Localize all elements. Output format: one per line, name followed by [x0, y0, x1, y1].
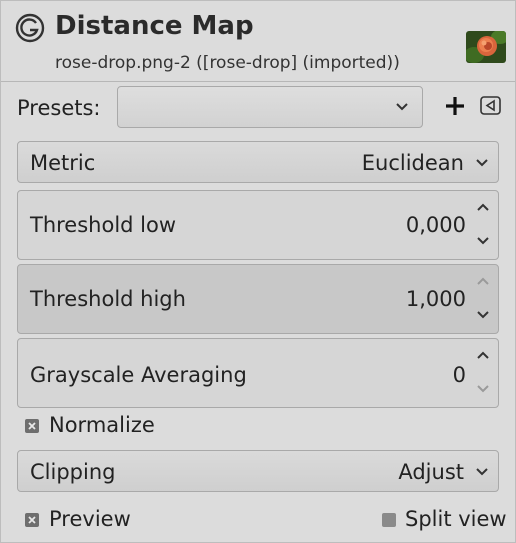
presets-menu-button[interactable]: [479, 95, 503, 117]
distance-map-dialog: Distance Map rose-drop.png-2 ([rose-drop…: [0, 0, 516, 543]
chevron-down-icon: [476, 468, 488, 476]
threshold-high-spinscale[interactable]: Threshold high 1,000: [17, 264, 499, 334]
chevron-down-icon[interactable]: [476, 309, 490, 321]
checkmark-icon: [28, 422, 36, 430]
clipping-dropdown[interactable]: Clipping Adjust: [17, 450, 499, 492]
metric-dropdown[interactable]: Metric Euclidean: [17, 141, 499, 183]
chevron-up-icon[interactable]: [476, 201, 490, 213]
chevron-down-icon: [396, 103, 408, 111]
grayscale-averaging-spinscale[interactable]: Grayscale Averaging 0: [17, 338, 499, 408]
add-preset-button[interactable]: [441, 88, 469, 124]
threshold-low-label: Threshold low: [30, 213, 177, 237]
split-view-label: Split view: [405, 507, 507, 531]
presets-dropdown[interactable]: [117, 86, 423, 128]
clipping-value: Adjust: [398, 460, 464, 484]
chevron-down-icon: [476, 159, 488, 167]
grayscale-averaging-stepper[interactable]: [474, 339, 492, 407]
preview-checkbox[interactable]: [25, 513, 39, 527]
threshold-high-stepper[interactable]: [474, 265, 492, 333]
gegl-icon: [15, 13, 45, 43]
chevron-down-icon[interactable]: [476, 383, 490, 395]
threshold-low-spinscale[interactable]: Threshold low 0,000: [17, 190, 499, 260]
preview-label: Preview: [49, 507, 131, 531]
image-thumbnail: [466, 31, 506, 63]
threshold-high-value: 1,000: [405, 287, 466, 311]
normalize-label: Normalize: [49, 413, 155, 437]
split-view-checkbox[interactable]: [382, 513, 396, 527]
clipping-label: Clipping: [30, 460, 116, 484]
dialog-title: Distance Map: [55, 11, 254, 41]
normalize-checkbox[interactable]: [25, 419, 39, 433]
header-separator: [1, 81, 515, 82]
chevron-down-icon[interactable]: [476, 235, 490, 247]
checkmark-icon: [28, 516, 36, 524]
metric-label: Metric: [30, 151, 96, 175]
image-subtitle: rose-drop.png-2 ([rose-drop] (imported)): [55, 53, 400, 73]
grayscale-averaging-label: Grayscale Averaging: [30, 363, 247, 387]
threshold-low-value: 0,000: [405, 213, 466, 237]
threshold-low-stepper[interactable]: [474, 191, 492, 259]
chevron-up-icon[interactable]: [476, 275, 490, 287]
presets-label: Presets:: [17, 96, 101, 120]
metric-value: Euclidean: [361, 151, 464, 175]
chevron-up-icon[interactable]: [476, 349, 490, 361]
threshold-high-label: Threshold high: [30, 287, 186, 311]
grayscale-averaging-value: 0: [452, 363, 466, 387]
dialog-header: Distance Map rose-drop.png-2 ([rose-drop…: [15, 7, 506, 79]
